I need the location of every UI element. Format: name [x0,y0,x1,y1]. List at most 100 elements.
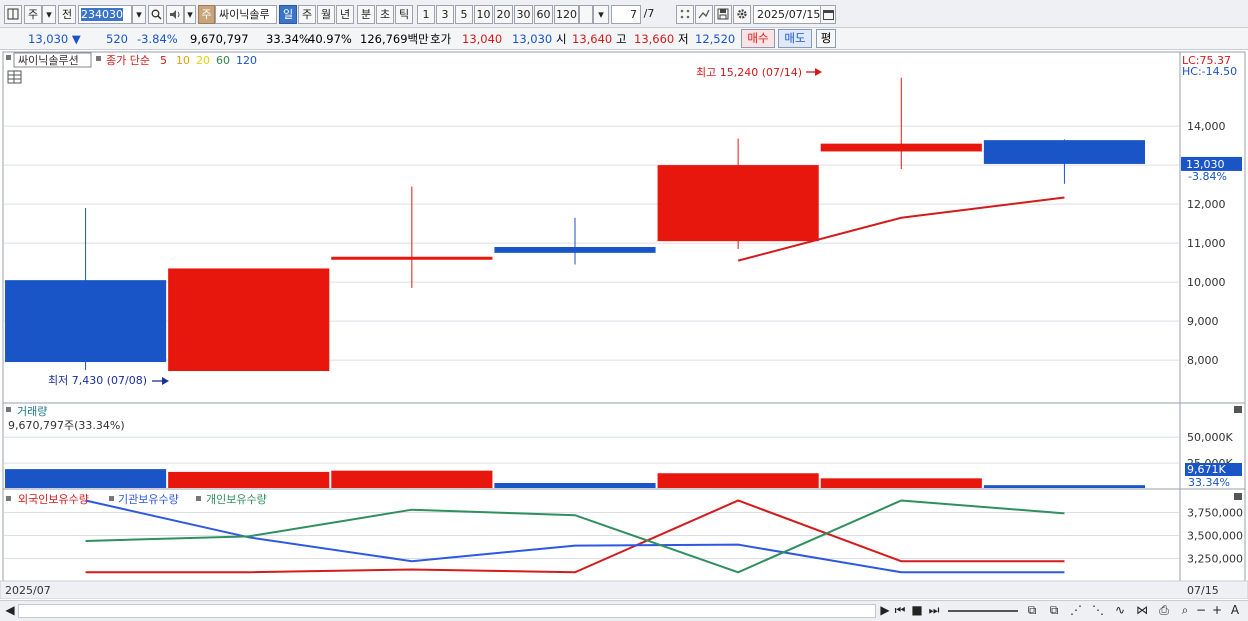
tab-tick[interactable]: 틱 [395,5,413,24]
low-label: 저 [678,32,689,46]
zoom-in-icon[interactable]: + [1210,603,1224,619]
open-price: 13,640 [572,32,613,46]
stock-name-field[interactable]: 싸이닉솔루 [215,5,277,24]
interval-120[interactable]: 120 [554,5,579,24]
candle-body [168,268,330,372]
tab-day[interactable]: 일 [279,5,297,24]
date-input[interactable]: 2025/07/15 [753,5,821,24]
ask-price: 13,040 [462,32,503,46]
auto-scale-icon[interactable]: A [1228,603,1242,619]
tab-month[interactable]: 월 [317,5,335,24]
scroll-left-icon[interactable]: ◀ [4,603,16,619]
volume-bar [331,470,493,488]
period-type-label[interactable]: 주 [24,5,42,24]
volume-tick-label: 50,000K [1187,431,1233,444]
holdings-panel-close-icon[interactable] [1234,493,1242,500]
turnover-pct: 33.34% [266,32,310,46]
volume-title: 거래량 [17,405,47,418]
stock-code-dropdown-icon[interactable]: ▾ [132,5,146,24]
ma-period-10: 10 [176,54,190,67]
price-change-pct: -3.84% [137,32,178,46]
interval-custom-field[interactable] [579,5,593,24]
sell-button[interactable]: 매도 [778,29,812,48]
price-tick-label: 9,000 [1187,315,1219,328]
candle-body [983,140,1145,164]
volume-bar [657,473,819,488]
interval-20[interactable]: 20 [494,5,513,24]
legend-foreign-holdings: 외국인보유수량 [18,493,89,506]
stop-icon[interactable]: ■ [910,603,924,619]
save-icon[interactable] [714,5,732,24]
interval-30[interactable]: 30 [514,5,533,24]
hc-label: HC:-14.50 [1182,65,1237,78]
stock-code-value: 234030 [81,8,123,21]
scroll-track[interactable] [18,604,876,618]
low-price: 12,520 [695,32,736,46]
tab-week[interactable]: 주 [298,5,316,24]
stock-code-input[interactable]: 234030 [78,5,132,24]
draw-tool-icon[interactable] [695,5,713,24]
legend-individual-holdings: 개인보유수량 [206,493,267,506]
ma-period-5: 5 [160,54,167,67]
ask-label: 호가 [430,32,452,46]
pattern-icon[interactable]: ⋈ [1132,603,1152,619]
rewind-icon[interactable]: ⏮ [893,603,907,619]
price-tick-label: 11,000 [1187,237,1226,250]
overlay-icon[interactable]: ⋱ [1088,603,1108,619]
interval-60[interactable]: 60 [534,5,553,24]
page-current-input[interactable]: 7 [611,5,641,24]
current-price-value: 13,030 [28,32,69,46]
trade-volume: 9,670,797 [190,32,249,46]
last-price-tag-pct: -3.84% [1188,170,1227,183]
buy-button[interactable]: 매수 [741,29,775,48]
window-menu-icon[interactable] [4,5,22,24]
settings-gear-icon[interactable] [733,5,751,24]
period-start-label: 2025/07 [5,584,51,597]
speaker-dropdown-icon[interactable]: ▾ [184,5,196,24]
tab-minute[interactable]: 분 [357,5,375,24]
indicator-icon[interactable]: ⋰ [1066,603,1086,619]
price-panel-stock-name: 싸이닉솔루션 [18,54,79,67]
ma-period-120: 120 [236,54,257,67]
open-label: 시 [556,32,567,46]
price-tick-label: 10,000 [1187,276,1226,289]
current-price: 13,030 ▼ [28,31,81,48]
magnify-icon[interactable]: ⌕ [1178,603,1192,619]
fast-forward-icon[interactable]: ⏭ [927,603,941,619]
volume-bar [168,471,330,488]
zoom-slider[interactable] [948,610,1018,612]
interval-1[interactable]: 1 [417,5,435,24]
period-dropdown-icon[interactable]: ▾ [42,5,56,24]
candle-body [657,165,819,242]
prev-button[interactable]: 전 [58,5,76,24]
print-icon[interactable]: ⎙ [1154,603,1174,619]
interval-3[interactable]: 3 [436,5,454,24]
page-total-label: /7 [643,7,655,20]
low-marker: 최저 7,430 (07/08) [48,374,147,387]
trade-amount: 126,769백만 [360,32,429,46]
chart-layout-icon[interactable]: ⧉ [1022,603,1042,619]
date-axis-bar [0,580,1248,600]
volume-panel-close-icon[interactable] [1234,406,1242,413]
dots-icon[interactable] [676,5,694,24]
chart-compare-icon[interactable]: ⧉ [1044,603,1064,619]
search-icon[interactable] [148,5,164,24]
chart-area[interactable]: 8,0009,00010,00011,00012,00013,00014,000… [0,51,1248,600]
scroll-bar[interactable]: ◀ ▶ ⏮ ■ ⏭ ⧉ ⧉ ⋰ ⋱ ∿ ⋈ ⎙ ⌕ − + A [0,600,1248,621]
scroll-right-icon[interactable]: ▶ [878,603,892,619]
interval-dropdown-icon[interactable]: ▾ [593,5,609,24]
ma-period-60: 60 [216,54,230,67]
zoom-out-icon[interactable]: − [1194,603,1208,619]
volume-last-value: 9,671K [1187,463,1226,476]
holdings-tick-label: 3,250,000 [1187,552,1243,565]
interval-5[interactable]: 5 [455,5,473,24]
trend-icon[interactable]: ∿ [1110,603,1130,619]
speaker-icon[interactable] [166,5,184,24]
avg-button[interactable]: 평 [816,29,836,48]
calendar-icon[interactable] [820,5,836,24]
interval-10[interactable]: 10 [474,5,493,24]
tab-second[interactable]: 초 [376,5,394,24]
panel-bullet-icon [6,55,11,60]
tab-year[interactable]: 년 [336,5,354,24]
chart-svg[interactable]: 8,0009,00010,00011,00012,00013,00014,000… [0,51,1248,600]
